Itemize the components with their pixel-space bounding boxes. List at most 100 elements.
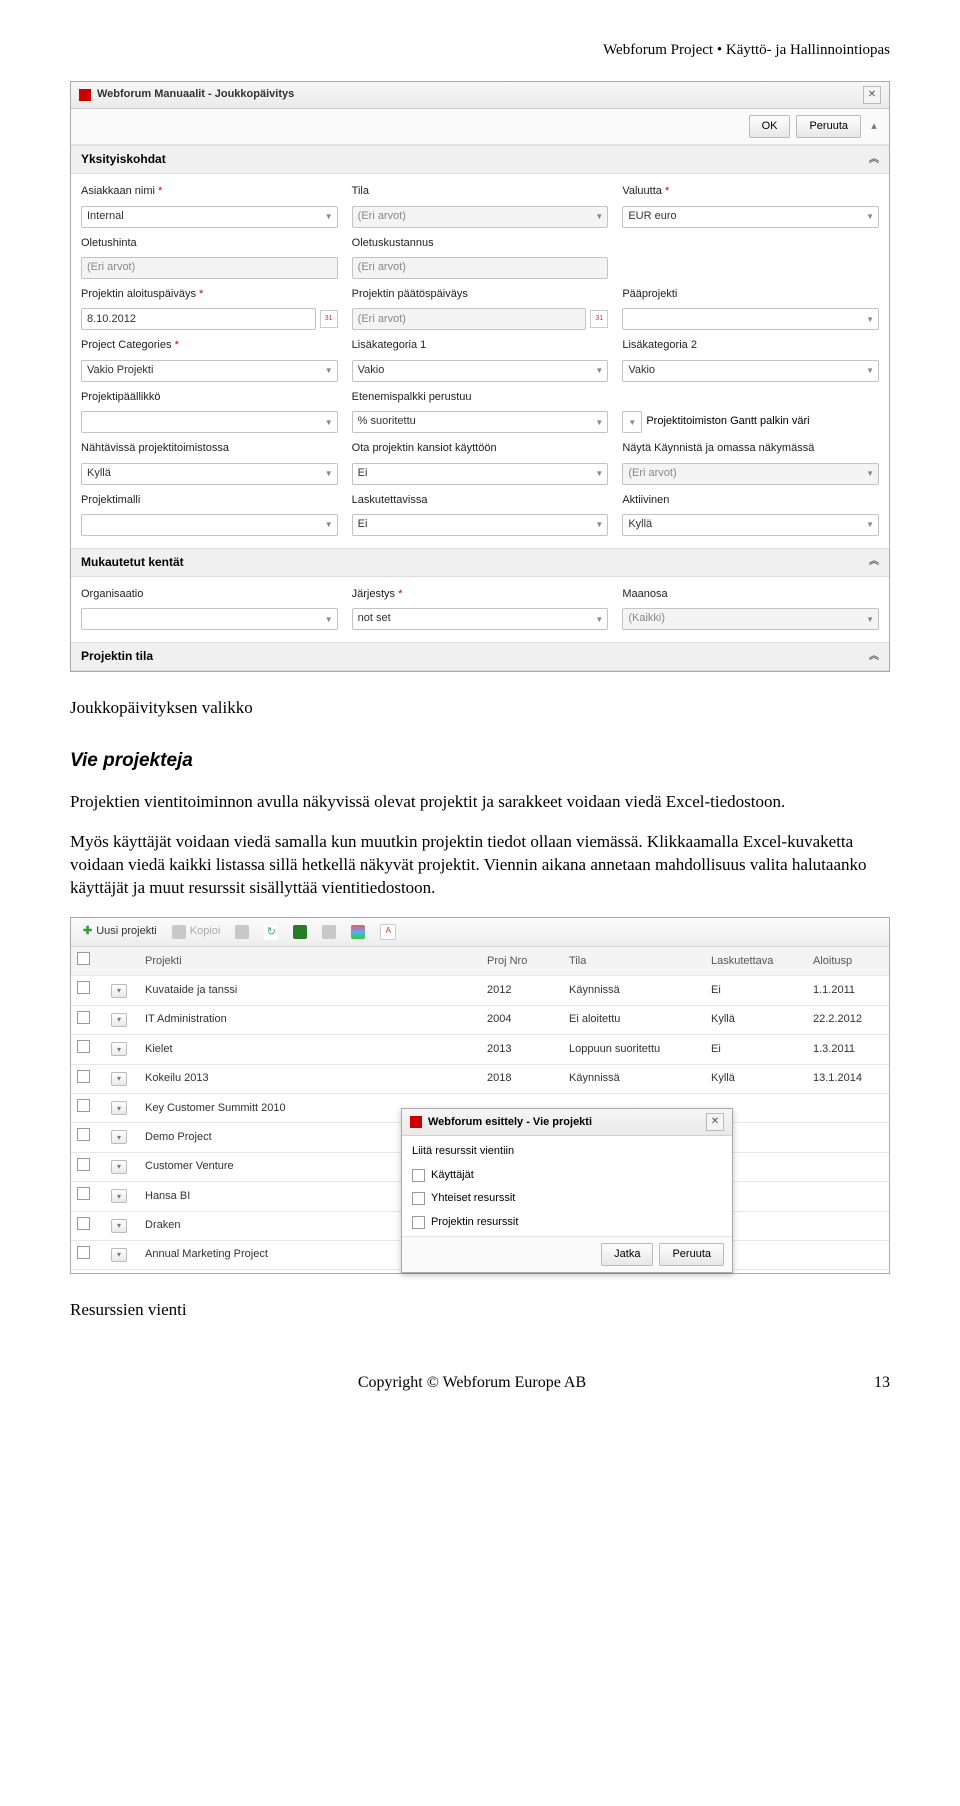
table-row[interactable]: ▾Kielet2013Loppuun suoritettuEi1.3.2011 — [71, 1035, 889, 1064]
row-checkbox[interactable] — [77, 1187, 90, 1200]
toolbar-btn-sort[interactable] — [374, 922, 402, 942]
checkbox-shared[interactable] — [412, 1192, 425, 1205]
edit-button[interactable] — [229, 923, 255, 941]
nahtavissa-select[interactable]: Kyllä▼ — [81, 463, 338, 485]
oletuskustannus-input[interactable]: (Eri arvot) — [352, 257, 609, 279]
toolbar-btn-colors[interactable] — [345, 923, 371, 941]
close-icon[interactable]: ✕ — [863, 86, 881, 104]
label-maanosa: Maanosa — [622, 585, 879, 602]
chevron-down-icon: ▼ — [325, 614, 333, 625]
otakansiot-select[interactable]: Ei▼ — [352, 463, 609, 485]
start-date-input[interactable]: 8.10.2012 — [81, 308, 316, 330]
section-header-details[interactable]: Yksityiskohdat ︽ — [71, 145, 889, 174]
chevron-up-icon: ︽ — [869, 153, 879, 167]
label-lisakat1: Lisäkategoria 1 — [352, 336, 609, 353]
row-checkbox[interactable] — [77, 1217, 90, 1230]
refresh-button[interactable] — [258, 923, 284, 941]
laskutettavissa-select[interactable]: Ei▼ — [352, 514, 609, 536]
row-checkbox[interactable] — [77, 1070, 90, 1083]
label-projektipaallikko: Projektipäällikkö — [81, 388, 338, 405]
projektimalli-select[interactable]: ▼ — [81, 514, 338, 536]
maanosa-select[interactable]: (Kaikki)▼ — [622, 608, 879, 630]
etenemispalkki-select[interactable]: % suoritettu▼ — [352, 411, 609, 433]
expand-icon[interactable]: ▾ — [111, 1219, 127, 1233]
expand-icon[interactable]: ▾ — [111, 1189, 127, 1203]
cell-lask: Kyllä — [705, 1064, 807, 1093]
cell-aloit: 1.3.2011 — [807, 1035, 889, 1064]
checkbox-users[interactable] — [412, 1169, 425, 1182]
lisakat2-select[interactable]: Vakio▼ — [622, 360, 879, 382]
section-title: Projektin tila — [81, 648, 153, 665]
expand-icon[interactable]: ▾ — [111, 1072, 127, 1086]
cell-aloit — [807, 1123, 889, 1152]
modal-title: Webforum Manuaalit - Joukkopäivitys — [97, 87, 294, 102]
gantt-color-picker[interactable]: ▼ — [622, 411, 642, 433]
cell-aloit — [807, 1211, 889, 1240]
valuutta-select[interactable]: EUR euro▼ — [622, 206, 879, 228]
customer-name-select[interactable]: Internal▼ — [81, 206, 338, 228]
expand-icon[interactable]: ▾ — [111, 1160, 127, 1174]
tila-select[interactable]: (Eri arvot)▼ — [352, 206, 609, 228]
calendar-icon[interactable]: 31 — [590, 310, 608, 328]
plus-icon: ✚ — [83, 924, 92, 939]
sort-icon — [380, 924, 396, 940]
organisaatio-select[interactable]: ▼ — [81, 608, 338, 630]
chevron-down-icon: ▼ — [866, 519, 874, 530]
copy-button[interactable]: Kopioi — [166, 922, 227, 941]
toolbar-btn-a[interactable] — [316, 923, 342, 941]
label-end-date: Projektin päätöspäiväys — [352, 285, 609, 302]
col-aloitus[interactable]: Aloitusp — [807, 947, 889, 976]
table-row[interactable]: ▾Kokeilu 20132018KäynnissäKyllä13.1.2014 — [71, 1064, 889, 1093]
oletushinta-input[interactable]: (Eri arvot) — [81, 257, 338, 279]
expand-icon[interactable]: ▾ — [111, 1248, 127, 1262]
table-row[interactable]: ▾IT Administration2004Ei aloitettuKyllä2… — [71, 1005, 889, 1034]
col-projnro[interactable]: Proj Nro — [481, 947, 563, 976]
row-checkbox[interactable] — [77, 1040, 90, 1053]
table-row[interactable]: ▾Kuvataide ja tanssi2012KäynnissäEi1.1.2… — [71, 976, 889, 1005]
select-all-checkbox[interactable] — [77, 952, 90, 965]
continue-button[interactable]: Jatka — [601, 1243, 653, 1266]
col-tila[interactable]: Tila — [563, 947, 705, 976]
section-header-custom[interactable]: Mukautetut kentät ︽ — [71, 548, 889, 577]
export-popup: Webforum esittely - Vie projekti ✕ Liitä… — [401, 1108, 733, 1273]
aktiivinen-select[interactable]: Kyllä▼ — [622, 514, 879, 536]
categories-select[interactable]: Vakio Projekti▼ — [81, 360, 338, 382]
new-project-button[interactable]: ✚Uusi projekti — [77, 922, 163, 941]
end-date-input[interactable]: (Eri arvot) — [352, 308, 587, 330]
projektipaallikko-select[interactable]: ▼ — [81, 411, 338, 433]
scroll-up-icon[interactable]: ▴ — [867, 115, 881, 138]
label-otakansiot: Ota projektin kansiot käyttöön — [352, 439, 609, 456]
export-excel-button[interactable] — [287, 923, 313, 941]
row-checkbox[interactable] — [77, 1246, 90, 1259]
checkbox-project-res[interactable] — [412, 1216, 425, 1229]
row-checkbox[interactable] — [77, 1158, 90, 1171]
cell-aloit — [807, 1152, 889, 1181]
expand-icon[interactable]: ▾ — [111, 1042, 127, 1056]
ok-button[interactable]: OK — [749, 115, 791, 138]
lisakat1-select[interactable]: Vakio▼ — [352, 360, 609, 382]
label-organisaatio: Organisaatio — [81, 585, 338, 602]
expand-icon[interactable]: ▾ — [111, 1101, 127, 1115]
row-checkbox[interactable] — [77, 1011, 90, 1024]
row-checkbox[interactable] — [77, 1128, 90, 1141]
heading-vie-projekteja: Vie projekteja — [70, 748, 890, 775]
chevron-down-icon: ▼ — [595, 519, 603, 530]
tool-icon — [322, 925, 336, 939]
expand-icon[interactable]: ▾ — [111, 1130, 127, 1144]
col-projekti[interactable]: Projekti — [139, 947, 481, 976]
expand-icon[interactable]: ▾ — [111, 1013, 127, 1027]
row-checkbox[interactable] — [77, 981, 90, 994]
paaprojekti-select[interactable]: ▼ — [622, 308, 879, 330]
row-checkbox[interactable] — [77, 1099, 90, 1112]
cancel-button[interactable]: Peruuta — [659, 1243, 724, 1266]
col-laskutettava[interactable]: Laskutettava — [705, 947, 807, 976]
calendar-icon[interactable]: 31 — [320, 310, 338, 328]
chevron-down-icon: ▼ — [325, 519, 333, 530]
jarjestys-select[interactable]: not set▼ — [352, 608, 609, 630]
expand-icon[interactable]: ▾ — [111, 984, 127, 998]
chevron-down-icon: ▼ — [325, 365, 333, 376]
naytakaynnista-select[interactable]: (Eri arvot)▼ — [622, 463, 879, 485]
section-header-status[interactable]: Projektin tila ︽ — [71, 642, 889, 671]
close-icon[interactable]: ✕ — [706, 1113, 724, 1131]
cancel-button[interactable]: Peruuta — [796, 115, 861, 138]
